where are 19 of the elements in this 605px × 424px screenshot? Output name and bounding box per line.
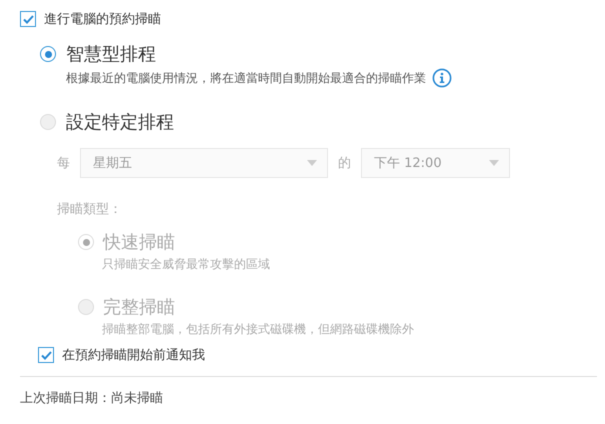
info-icon[interactable]: [432, 68, 452, 88]
checkbox-label: 在預約掃瞄開始前通知我: [62, 347, 205, 364]
radio-button[interactable]: [40, 46, 56, 62]
option-description: 根據最近的電腦使用情況，將在適當時間自動開始最適合的掃瞄作業: [66, 70, 426, 86]
radio-label: 完整掃瞄: [103, 296, 175, 319]
option-description: 掃瞄整部電腦，包括所有外接式磁碟機，但網路磁碟機除外: [102, 321, 414, 338]
caret-icon: [489, 160, 499, 166]
frequency-label: 的: [338, 155, 351, 172]
last-scan-text: 上次掃瞄日期：尚未掃瞄: [20, 390, 164, 407]
radio-label: 智慧型排程: [66, 43, 156, 66]
checkbox[interactable]: [38, 347, 54, 363]
radio-label: 快速掃瞄: [103, 231, 175, 254]
frequency-label: 每: [57, 155, 70, 172]
option-description: 只掃瞄安全威脅最常攻擊的區域: [102, 256, 270, 273]
checkbox-label: 進行電腦的預約掃瞄: [44, 11, 161, 28]
radio-label: 設定特定排程: [66, 111, 174, 134]
section-label: 掃瞄類型：: [57, 201, 122, 218]
caret-icon: [307, 160, 317, 166]
checkbox[interactable]: [20, 11, 36, 27]
